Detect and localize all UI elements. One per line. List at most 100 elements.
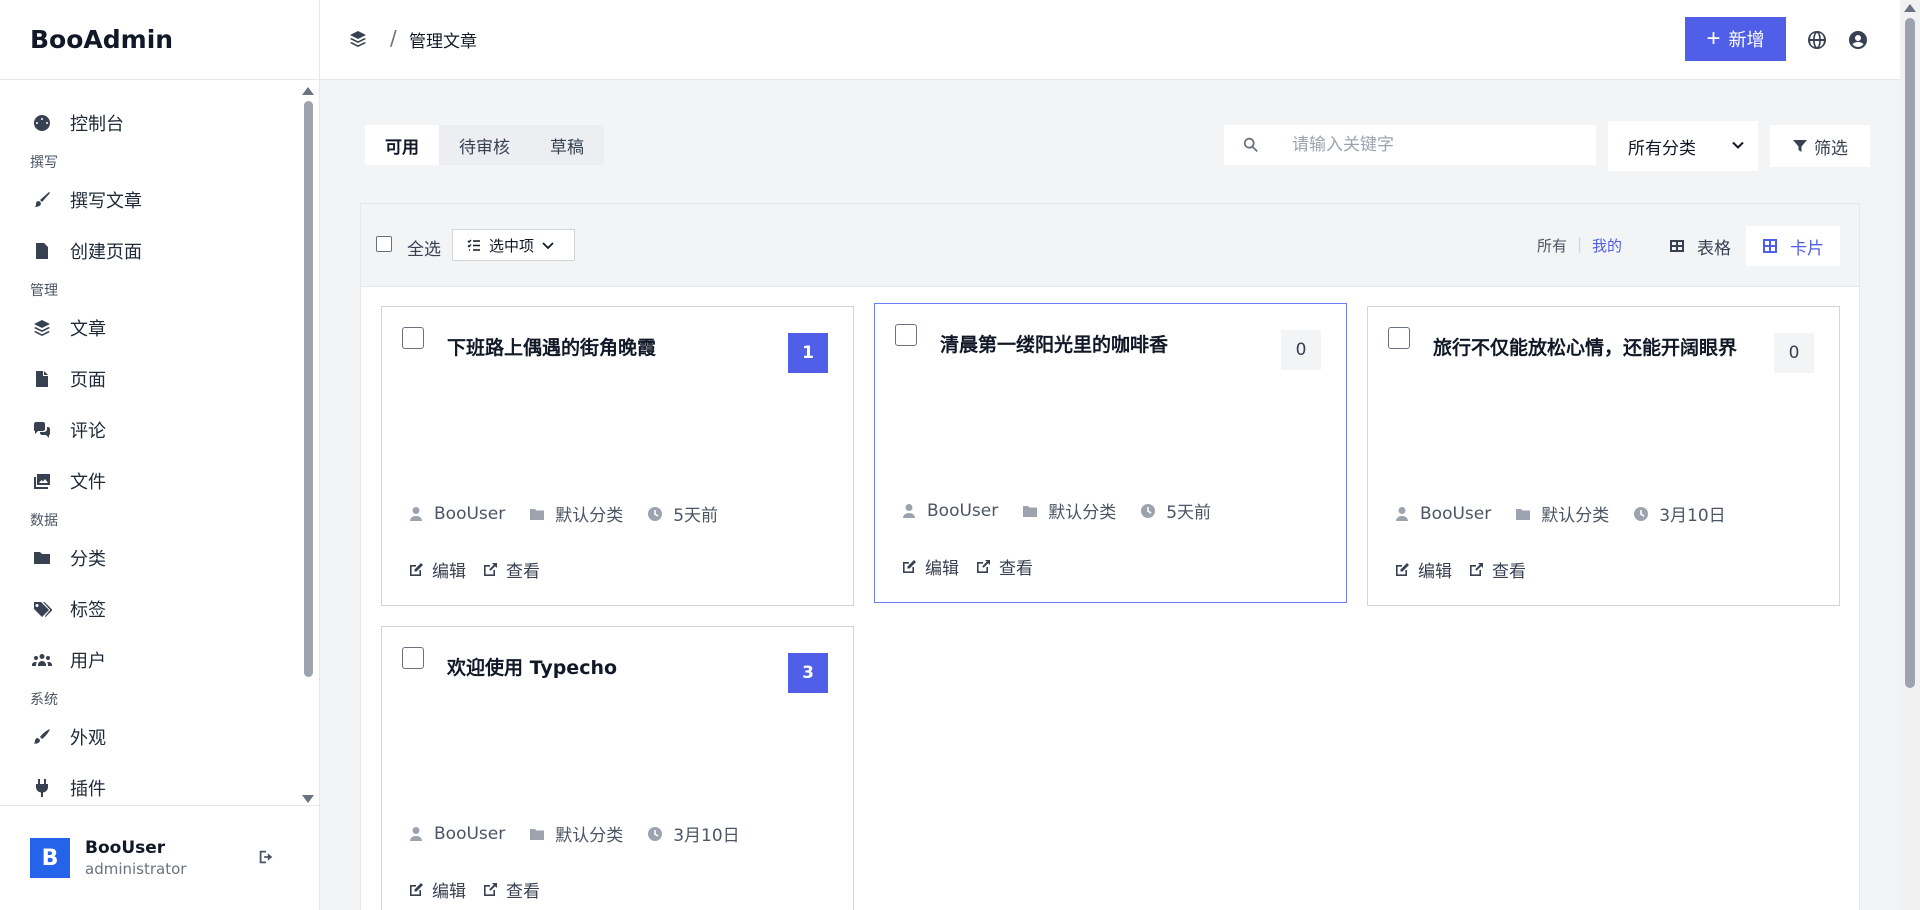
sidebar-item-comments[interactable]: 评论 (0, 404, 300, 455)
section-data: 数据 (30, 513, 58, 529)
scope-mine-link[interactable]: 我的 (1592, 235, 1622, 256)
selected-items-dropdown[interactable]: 选中项 (452, 229, 575, 261)
post-card[interactable]: 下班路上偶遇的街角晚霞 1 BooUser 默认分类 5天前 编辑 查看 (381, 306, 854, 606)
tab-pending[interactable]: 待审核 (439, 125, 530, 165)
category-select[interactable]: 所有分类 (1608, 121, 1758, 171)
view-link[interactable]: 查看 (482, 557, 540, 582)
layers-icon (30, 316, 54, 340)
chevron-down-icon (1732, 141, 1744, 149)
scope-all-link[interactable]: 所有 (1537, 235, 1567, 256)
post-checkbox[interactable] (895, 324, 917, 346)
scroll-thumb[interactable] (304, 101, 313, 677)
table-icon (1670, 240, 1684, 252)
sidebar-item-create-page[interactable]: 创建页面 (0, 225, 300, 276)
user-info: BooUser administrator (85, 838, 186, 878)
sidebar-item-users[interactable]: 用户 (0, 634, 300, 685)
post-title[interactable]: 旅行不仅能放松心情，还能开阔眼界 (1433, 333, 1737, 360)
sidebar-item-dashboard[interactable]: 控制台 (0, 97, 300, 148)
comments-icon (30, 418, 54, 442)
page-scrollbar[interactable] (1900, 0, 1920, 910)
breadcrumb-separator: / (390, 26, 397, 50)
edit-icon (410, 562, 423, 576)
comment-count-badge[interactable]: 3 (788, 653, 828, 693)
edit-link[interactable]: 编辑 (408, 557, 466, 582)
edit-link[interactable]: 编辑 (901, 554, 959, 579)
post-time: 5天前 (647, 501, 718, 526)
file-icon (30, 239, 54, 263)
search-input[interactable] (1290, 134, 1574, 156)
layers-icon[interactable] (348, 29, 370, 51)
folder-icon (530, 828, 545, 840)
page-icon (30, 367, 54, 391)
view-link[interactable]: 查看 (975, 554, 1033, 579)
sidebar-item-write-post[interactable]: 撰写文章 (0, 174, 300, 225)
view-card-button[interactable]: 卡片 (1746, 226, 1840, 266)
external-link-icon (1470, 562, 1483, 576)
post-title[interactable]: 下班路上偶遇的街角晚霞 (447, 333, 656, 360)
post-title[interactable]: 清晨第一缕阳光里的咖啡香 (940, 330, 1168, 357)
comment-count-badge[interactable]: 1 (788, 333, 828, 373)
logout-icon[interactable] (257, 848, 277, 868)
sidebar-item-plugins[interactable]: 插件 (0, 762, 300, 805)
user-name: BooUser (85, 838, 166, 858)
scroll-thumb[interactable] (1905, 18, 1915, 688)
comment-count-badge[interactable]: 0 (1774, 333, 1814, 373)
category-select-value: 所有分类 (1628, 138, 1696, 159)
edit-link[interactable]: 编辑 (1394, 557, 1452, 582)
post-card[interactable]: 旅行不仅能放松心情，还能开阔眼界 0 BooUser 默认分类 3月10日 编辑… (1367, 306, 1840, 606)
scroll-up-arrow[interactable] (302, 87, 314, 95)
view-link[interactable]: 查看 (1468, 557, 1526, 582)
sidebar-item-categories[interactable]: 分类 (0, 532, 300, 583)
comment-count-badge[interactable]: 0 (1281, 330, 1321, 370)
user-panel: B BooUser administrator (0, 805, 319, 910)
avatar[interactable]: B (30, 838, 70, 878)
view-label: 查看 (1492, 562, 1526, 582)
view-label: 查看 (999, 559, 1033, 579)
sidebar-item-pages[interactable]: 页面 (0, 353, 300, 404)
edit-link[interactable]: 编辑 (408, 877, 466, 902)
sidebar-scrollbar[interactable] (300, 83, 316, 805)
sidebar-item-tags[interactable]: 标签 (0, 583, 300, 634)
tab-draft[interactable]: 草稿 (530, 125, 604, 165)
scroll-up-arrow[interactable] (1904, 4, 1916, 12)
sidebar-item-label: 控制台 (70, 113, 124, 135)
images-icon (30, 469, 54, 493)
user-icon (410, 506, 422, 521)
globe-icon[interactable] (1807, 30, 1827, 50)
add-button-label: 新增 (1728, 30, 1765, 50)
sidebar-item-label: 用户 (70, 650, 106, 672)
post-checkbox[interactable] (1388, 327, 1410, 349)
view-label: 查看 (506, 562, 540, 582)
category-name: 默认分类 (1541, 506, 1610, 526)
post-card[interactable]: 清晨第一缕阳光里的咖啡香 0 BooUser 默认分类 5天前 编辑 查看 (874, 303, 1347, 603)
post-actions: 编辑 查看 (408, 877, 556, 902)
time-text: 5天前 (1166, 503, 1212, 523)
scroll-down-arrow[interactable] (302, 795, 314, 803)
post-card[interactable]: 欢迎使用 Typecho 3 BooUser 默认分类 3月10日 编辑 查看 (381, 626, 854, 910)
edit-icon (1396, 562, 1409, 576)
post-checkbox[interactable] (402, 647, 424, 669)
filter-button[interactable]: 筛选 (1770, 125, 1870, 167)
folder-icon (1516, 508, 1531, 520)
sidebar-item-label: 分类 (70, 548, 106, 570)
sidebar-item-appearance[interactable]: 外观 (0, 711, 300, 762)
list-check-icon (467, 239, 480, 251)
view-link[interactable]: 查看 (482, 877, 540, 902)
view-table-button[interactable]: 表格 (1657, 226, 1743, 266)
user-circle-icon[interactable] (1848, 30, 1868, 50)
sidebar-item-posts[interactable]: 文章 (0, 302, 300, 353)
sidebar-item-files[interactable]: 文件 (0, 455, 300, 506)
plug-icon (30, 776, 54, 800)
tab-available[interactable]: 可用 (365, 125, 439, 165)
clock-icon (648, 506, 663, 521)
post-checkbox[interactable] (402, 327, 424, 349)
search-box (1224, 125, 1596, 165)
view-label: 查看 (506, 882, 540, 902)
add-button[interactable]: + 新增 (1685, 17, 1786, 61)
brand-logo[interactable]: BooAdmin (0, 0, 319, 80)
post-title[interactable]: 欢迎使用 Typecho (447, 653, 617, 680)
select-all-checkbox[interactable] (376, 236, 392, 252)
section-write: 撰写 (30, 155, 58, 171)
category-name: 默认分类 (1048, 503, 1117, 523)
view-table-label: 表格 (1697, 238, 1731, 259)
